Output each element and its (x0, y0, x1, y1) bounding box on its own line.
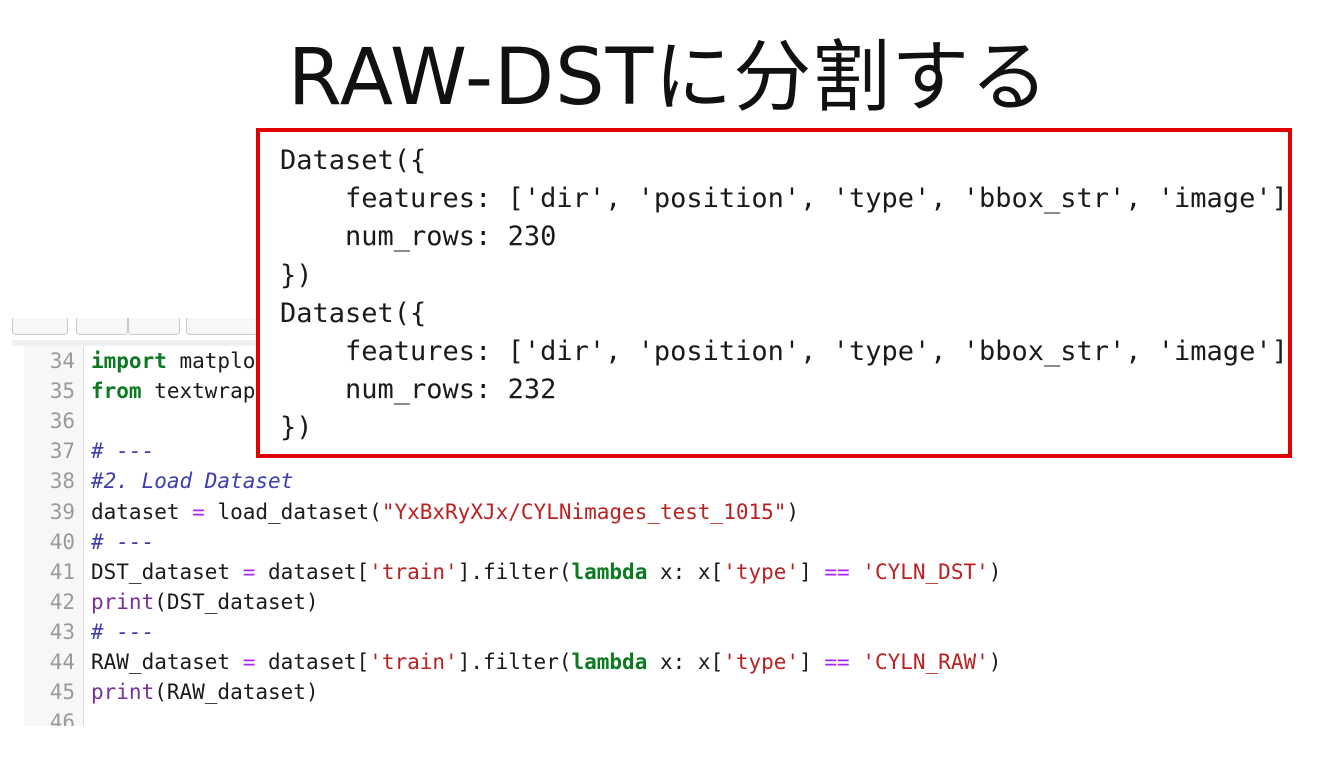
token-str: 'type' (723, 559, 800, 584)
code-line[interactable]: 44 RAW_dataset = dataset['train'].filter(… (24, 647, 1037, 677)
code-text: # --- (79, 439, 154, 463)
token-op: == (824, 559, 850, 584)
token-text: x: x[ (647, 559, 724, 584)
output-line: Dataset({ (280, 145, 427, 176)
token-text: RAW_dataset (91, 649, 243, 674)
code-line[interactable]: 38 #2. Load Dataset (24, 466, 1037, 496)
line-number: 44 (49, 649, 75, 674)
token-cmt: # --- (91, 529, 155, 554)
token-op: = (242, 559, 256, 584)
line-number: 35 (49, 379, 75, 404)
code-text: import matplo (79, 349, 255, 373)
line-number: 38 (49, 469, 75, 494)
token-str: 'type' (723, 649, 800, 674)
token-text: dataset[ (255, 559, 370, 584)
line-number: 34 (49, 349, 75, 374)
token-str: 'train' (369, 649, 458, 674)
token-text: matplo (166, 349, 256, 374)
token-text: ) (786, 499, 800, 524)
code-text: from textwrap (79, 379, 255, 403)
line-number: 40 (49, 529, 75, 554)
token-text: ].filter( (457, 649, 572, 674)
output-line: features: ['dir', 'position', 'type', 'b… (280, 183, 1292, 215)
code-line[interactable]: 40 # --- (24, 527, 1037, 557)
line-number: 46 (49, 710, 75, 726)
code-line[interactable]: 41 DST_dataset = dataset['train'].filter(… (24, 557, 1037, 587)
code-text: print(DST_dataset) (79, 590, 319, 614)
slide-title: RAW-DSTに分割する (287, 33, 1050, 123)
token-str: 'CYLN_DST' (862, 559, 989, 584)
token-text: (DST_dataset) (154, 589, 319, 614)
token-text: ].filter( (457, 559, 572, 584)
token-text: textwrap (141, 379, 256, 404)
output-line: }) (280, 259, 313, 291)
token-kw: from (91, 379, 142, 404)
token-text: (RAW_dataset) (154, 680, 319, 705)
output-line: num_rows: 232 (280, 374, 557, 406)
editor-tab[interactable] (12, 318, 68, 335)
line-number: 37 (49, 439, 75, 464)
code-line[interactable]: 43 # --- (24, 617, 1037, 647)
token-builtin: print (91, 680, 155, 705)
code-text: # --- (79, 530, 154, 554)
token-str: 'CYLN_RAW' (862, 649, 989, 674)
token-op: == (824, 649, 850, 674)
token-text: ) (988, 649, 1002, 674)
token-kw: import (91, 349, 167, 374)
token-builtin: print (91, 589, 155, 614)
code-text: DST_dataset = dataset['train'].filter(la… (79, 560, 1001, 584)
token-op: = (192, 499, 205, 524)
code-text: dataset = load_dataset("YxBxRyXJx/CYLNim… (79, 500, 799, 524)
token-text: dataset (91, 499, 193, 524)
token-kw: lambda (571, 649, 648, 674)
line-number: 39 (49, 499, 75, 524)
token-kw: lambda (571, 559, 648, 584)
token-op: = (242, 649, 256, 674)
output-highlight-box: Dataset({ features: ['dir', 'position', … (256, 128, 1292, 458)
token-cmt: #2. Load Dataset (91, 469, 294, 494)
token-text: ) (988, 559, 1002, 584)
token-text: ] (799, 559, 825, 584)
token-text: DST_dataset (91, 559, 243, 584)
line-number: 41 (49, 559, 75, 584)
token-text: x: x[ (647, 649, 724, 674)
code-text: #2. Load Dataset (79, 469, 293, 493)
editor-tab[interactable] (128, 318, 180, 335)
token-cmt: # --- (91, 619, 155, 644)
token-cmt: # --- (91, 439, 155, 464)
code-line[interactable]: 42 print(DST_dataset) (24, 587, 1037, 617)
output-line: Dataset({ (280, 297, 427, 329)
editor-tab[interactable] (76, 318, 128, 335)
code-line[interactable]: 39 dataset = load_dataset("YxBxRyXJx/CYLN… (24, 496, 1037, 526)
line-number: 43 (49, 619, 75, 644)
code-line[interactable]: 46 (24, 707, 1037, 726)
line-number: 42 (49, 589, 75, 614)
output-line: num_rows: 230 (280, 221, 557, 253)
code-line[interactable]: 45 print(RAW_dataset) (24, 677, 1037, 707)
line-number: 45 (49, 680, 75, 705)
code-text: print(RAW_dataset) (79, 680, 319, 704)
code-text: RAW_dataset = dataset['train'].filter(la… (79, 650, 1001, 674)
token-text: dataset[ (255, 649, 370, 674)
token-text: ] (799, 649, 825, 674)
code-text: # --- (79, 620, 154, 644)
output-line: features: ['dir', 'position', 'type', 'b… (280, 335, 1292, 367)
output-line: }) (280, 412, 313, 444)
line-number: 36 (49, 409, 75, 434)
token-str: "YxBxRyXJx/CYLNimages_test_1015" (381, 499, 787, 524)
token-str: 'train' (369, 559, 458, 584)
token-text: load_dataset( (204, 499, 382, 524)
